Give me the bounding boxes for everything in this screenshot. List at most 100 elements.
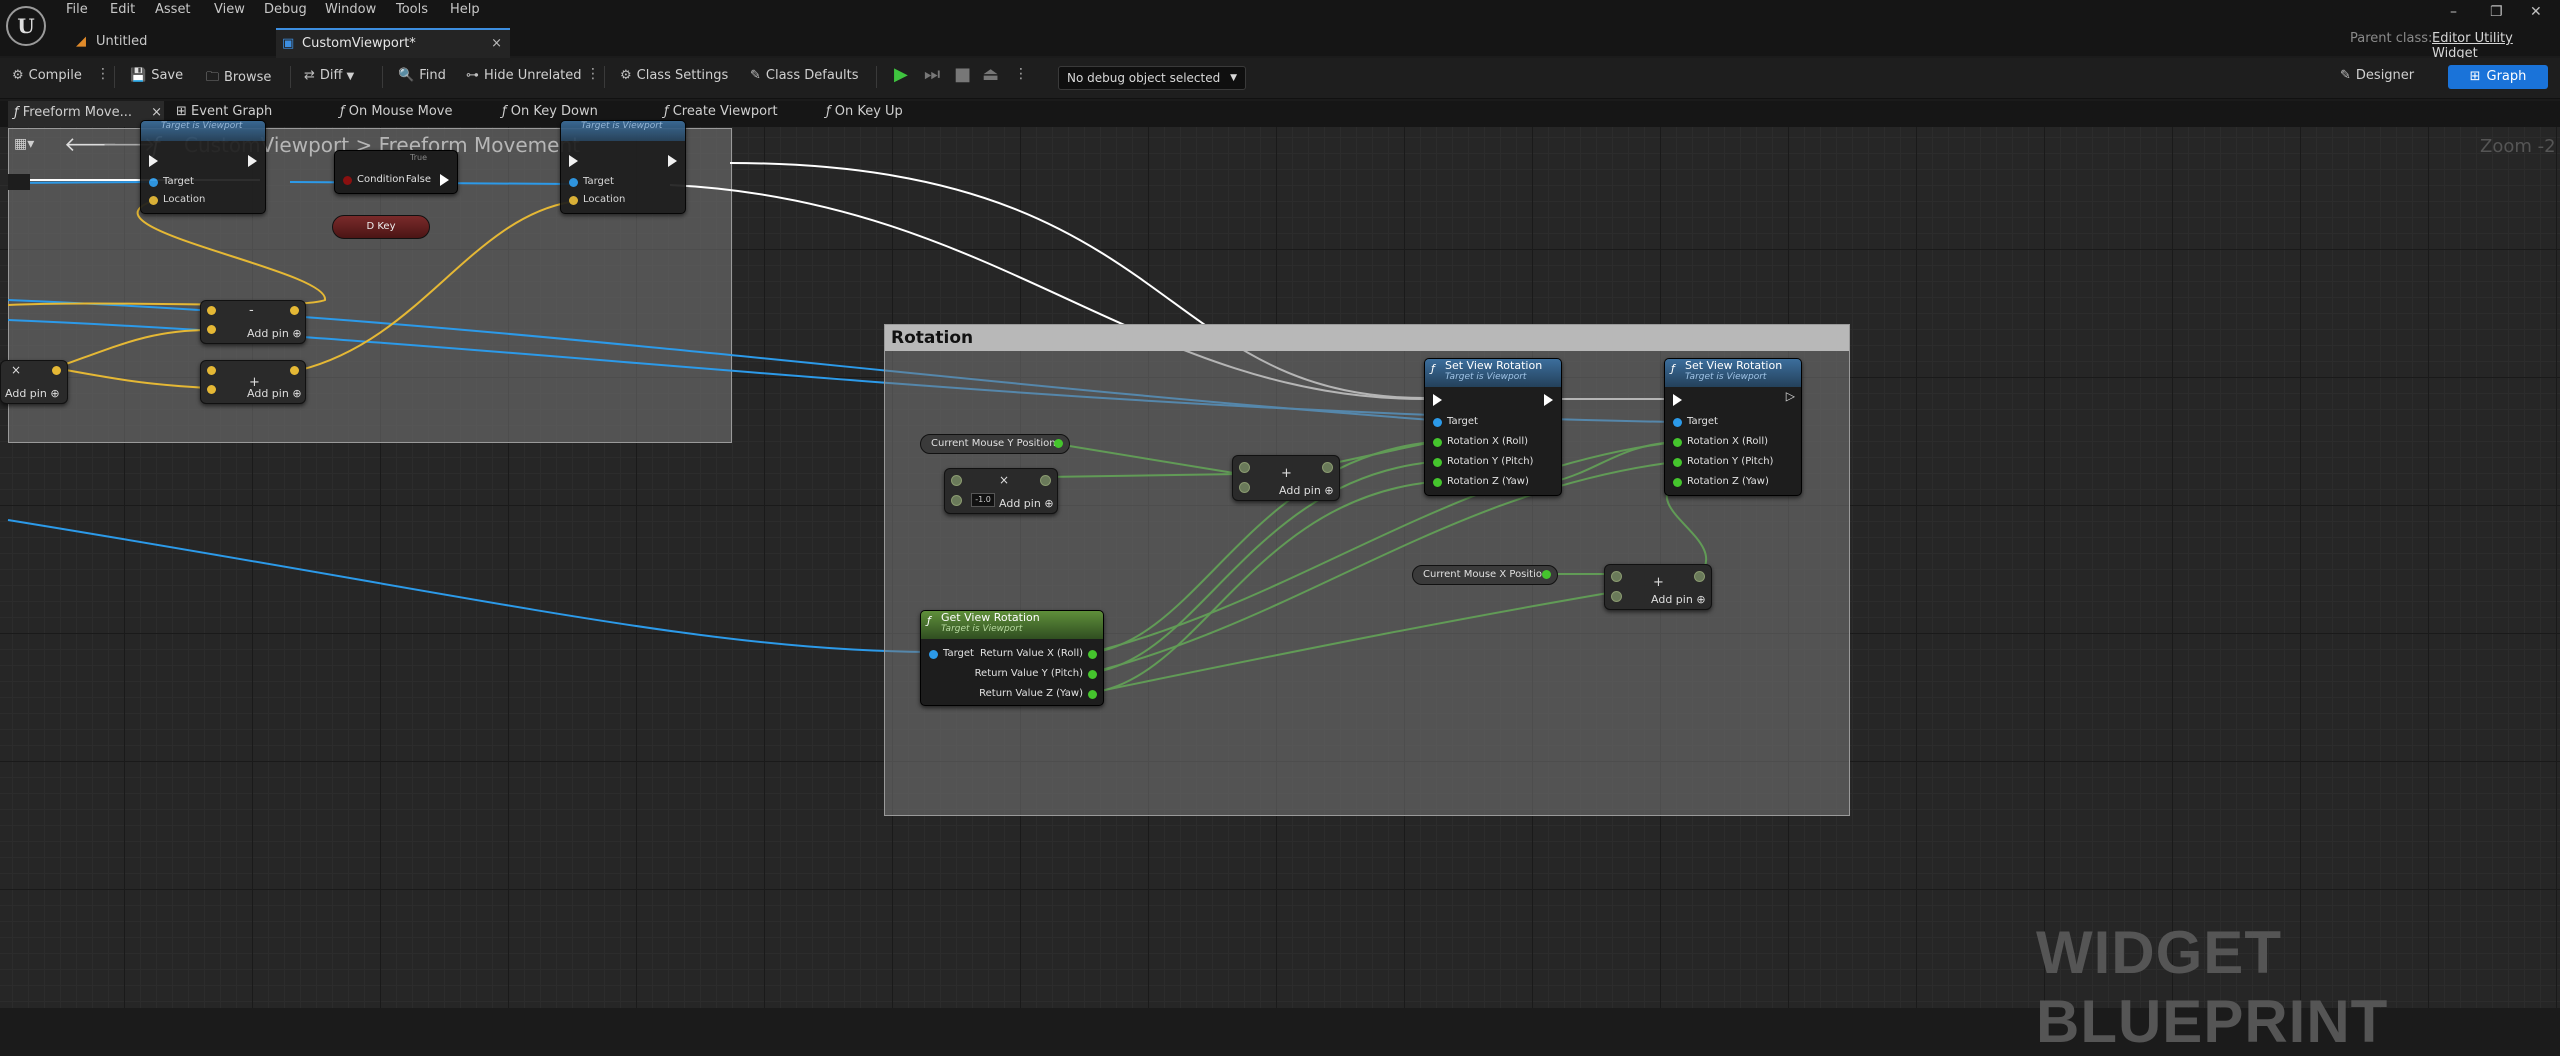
pitch-pin[interactable] [1433,458,1442,467]
output-pin[interactable] [1088,650,1097,659]
add-pin-button[interactable]: Add pin ⊕ [247,387,302,400]
add-pin-button[interactable]: Add pin ⊕ [247,327,302,340]
output-pin[interactable] [1054,439,1063,448]
get-view-rotation-node[interactable]: ƒ Get View Rotation Target is Viewport T… [920,610,1104,706]
pin-label: Return Value X (Roll) [979,648,1083,659]
output-pin[interactable] [1088,690,1097,699]
add-float-node[interactable]: + Add pin ⊕ [1232,455,1340,501]
output-pin[interactable] [1088,670,1097,679]
location-pin[interactable] [569,196,578,205]
widget-blueprint-watermark: WIDGET BLUEPRINT [2036,919,2389,1055]
variable-label: Current Mouse X Position [1423,569,1549,580]
exec-out-pin[interactable] [668,155,677,167]
add-pin-button[interactable]: Add pin ⊕ [999,497,1054,510]
exec-in-pin[interactable] [569,155,578,167]
pin-label: Rotation Z (Yaw) [1447,476,1529,487]
yaw-pin[interactable] [1433,478,1442,487]
constant-input[interactable]: -1.0 [971,493,995,507]
add-circle-icon: ⊕ [50,387,60,400]
exec-in-pin[interactable] [1673,394,1682,406]
input-pin[interactable] [207,306,216,315]
comment-title[interactable]: Rotation [885,325,1849,351]
roll-pin[interactable] [1673,438,1682,447]
node-subtitle: Target is Viewport [1685,372,1767,382]
vector-wire [7,201,327,306]
add-circle-icon: ⊕ [292,387,302,400]
add-vector-node[interactable]: + Add pin ⊕ [200,360,306,404]
target-pin[interactable] [929,650,938,659]
add-pin-label: Add pin [247,327,289,340]
set-view-rotation-node[interactable]: ƒ Set View Rotation Target is Viewport ▷… [1664,358,1802,496]
node-header: ƒ Set View Rotation Target is Viewport [1665,359,1801,387]
yaw-pin[interactable] [1673,478,1682,487]
output-pin[interactable] [1322,462,1333,473]
location-pin[interactable] [149,196,158,205]
node-subtitle: Target is Viewport [1445,372,1527,382]
d-key-node[interactable]: D Key [332,215,430,239]
condition-pin[interactable] [343,176,352,185]
add-pin-button[interactable]: Add pin ⊕ [1651,593,1706,606]
add-pin-button[interactable]: Add pin ⊕ [5,387,60,400]
input-pin[interactable] [207,385,216,394]
input-pin[interactable] [1239,482,1250,493]
set-view-rotation-node[interactable]: ƒ Set View Rotation Target is Viewport T… [1424,358,1562,496]
multiply-vector-node[interactable]: × Add pin ⊕ [0,360,68,404]
exec-out-hollow-icon: ▷ [1785,389,1795,403]
output-pin[interactable] [290,366,299,375]
add-float-node[interactable]: + Add pin ⊕ [1604,564,1712,610]
add-icon: + [1281,466,1292,481]
pin-label: False [405,174,431,185]
current-mouse-x-variable[interactable]: Current Mouse X Position [1412,565,1558,585]
add-icon: + [1653,575,1664,590]
exec-in-pin[interactable] [149,155,158,167]
pin-label: Condition [357,174,405,185]
graph-history-dropdown[interactable]: ▦▾ [14,136,34,152]
zoom-level: Zoom -2 [2480,136,2556,157]
current-mouse-y-variable[interactable]: Current Mouse Y Position [920,434,1070,454]
input-pin[interactable] [1239,462,1250,473]
roll-pin[interactable] [1433,438,1442,447]
output-pin[interactable] [1040,475,1051,486]
exec-in-pin[interactable] [1433,394,1442,406]
node-header: ƒ Set View Rotation Target is Viewport [1425,359,1561,387]
input-pin[interactable] [951,495,962,506]
set-view-location-node[interactable]: Target is Viewport Target Location [560,120,686,214]
node-title: Get View Rotation [941,611,1040,624]
output-pin[interactable] [1694,571,1705,582]
exec-out-pin[interactable] [1544,394,1553,406]
subtract-vector-node[interactable]: - Add pin ⊕ [200,300,306,344]
input-pin[interactable] [951,475,962,486]
vector-wire [54,367,211,389]
node-header: Target is Viewport [141,121,265,141]
set-view-location-node[interactable]: Target is Viewport Target Location [140,120,266,214]
input-pin[interactable] [1611,571,1622,582]
variable-label: Current Mouse Y Position [931,438,1056,449]
d-key-label: D Key [366,221,396,232]
add-pin-label: Add pin [1279,484,1321,497]
node-header: ƒ Get View Rotation Target is Viewport [921,611,1103,639]
output-pin[interactable] [52,366,61,375]
pin-label: Location [163,194,206,205]
target-pin[interactable] [1673,418,1682,427]
input-pin[interactable] [207,366,216,375]
branch-node[interactable]: True Condition False [334,150,458,194]
add-pin-button[interactable]: Add pin ⊕ [1279,484,1334,497]
input-pin[interactable] [1611,591,1622,602]
pitch-pin[interactable] [1673,458,1682,467]
target-pin[interactable] [149,178,158,187]
target-pin[interactable] [569,178,578,187]
output-pin[interactable] [1542,570,1551,579]
pin-label: Rotation Y (Pitch) [1447,456,1534,467]
subtract-icon: - [249,303,254,318]
node-title: Set View Rotation [1685,359,1783,372]
pin-label: Target [583,176,614,187]
add-pin-label: Add pin [999,497,1041,510]
add-pin-label: Add pin [1651,593,1693,606]
output-pin[interactable] [290,306,299,315]
exec-out-pin[interactable] [248,155,257,167]
input-pin[interactable] [207,325,216,334]
multiply-float-node[interactable]: -1.0 × Add pin ⊕ [944,468,1058,514]
target-pin[interactable] [1433,418,1442,427]
false-exec-pin[interactable] [440,174,449,186]
pin-label: Return Value Z (Yaw) [979,688,1083,699]
